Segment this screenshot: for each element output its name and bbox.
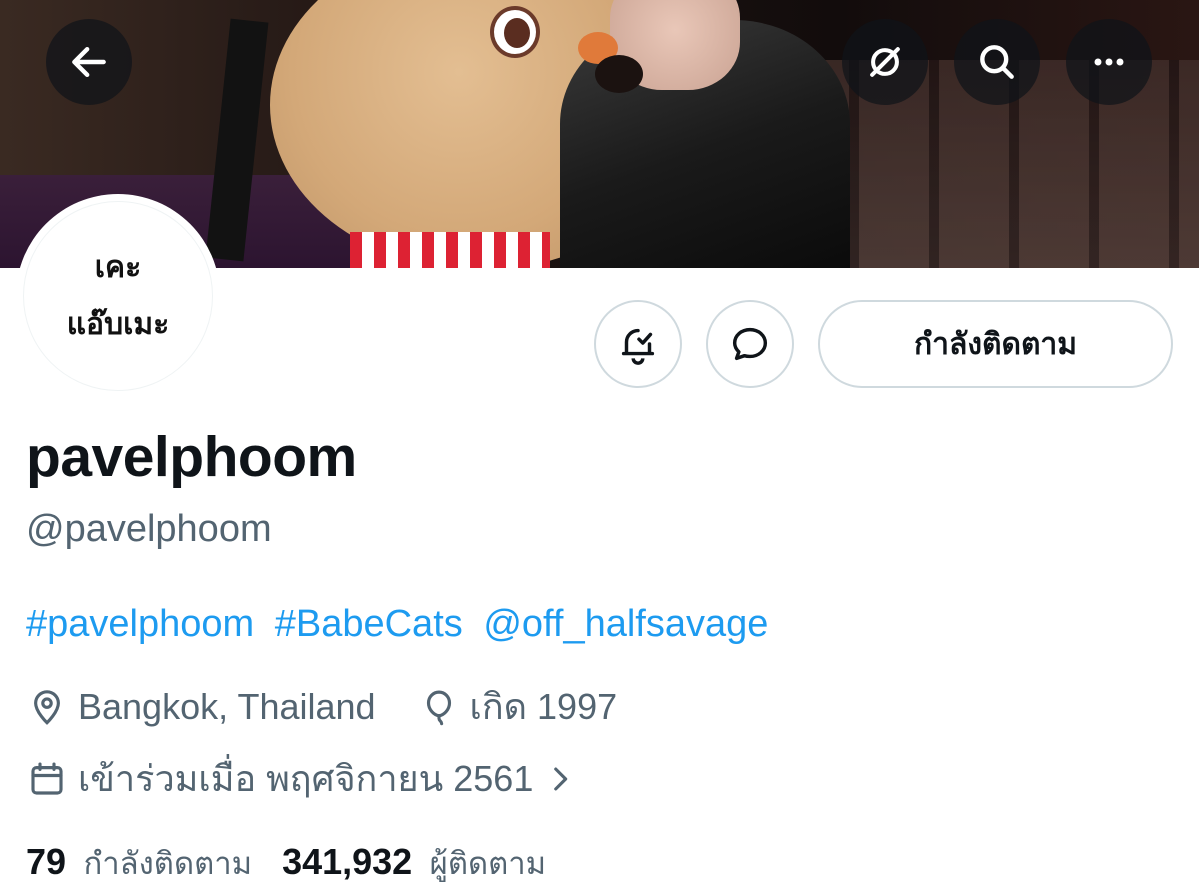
mute-translate-button[interactable] — [842, 19, 928, 105]
follow-stats: 79 กำลังติดตาม 341,932 ผู้ติดตาม — [26, 838, 576, 888]
following-stat[interactable]: 79 กำลังติดตาม — [26, 838, 252, 888]
balloon-icon — [426, 690, 451, 725]
more-button[interactable] — [1066, 19, 1152, 105]
profile-meta-row: Bangkok, Thailand เกิด 1997 — [26, 678, 659, 735]
back-button[interactable] — [46, 19, 132, 105]
bio-hashtag-babecats[interactable]: #BabeCats — [275, 603, 463, 645]
display-name: pavelphoom — [26, 425, 357, 489]
avatar-text-line2: แอ๊บเมะ — [66, 307, 170, 342]
birth-item: เกิด 1997 — [418, 678, 618, 735]
birth-text: เกิด 1997 — [469, 686, 618, 727]
bio-hashtag-pavelphoom[interactable]: #pavelphoom — [26, 603, 254, 645]
avatar[interactable]: เคะ แอ๊บเมะ — [16, 194, 220, 398]
joined-row[interactable]: เข้าร่วมเมื่อ พฤศจิกายน 2561 — [26, 750, 587, 807]
avatar-image: เคะ แอ๊บเมะ — [23, 201, 213, 391]
banner-bear-mouth — [595, 55, 643, 93]
translate-slash-icon — [870, 47, 900, 77]
location-pin-icon — [34, 689, 60, 725]
calendar-icon — [31, 762, 63, 795]
following-button[interactable]: กำลังติดตาม — [818, 300, 1173, 388]
bio: #pavelphoom #BabeCats @off_halfsavage — [26, 603, 778, 646]
followers-stat[interactable]: 341,932 ผู้ติดตาม — [282, 838, 546, 888]
followers-count: 341,932 — [282, 841, 413, 882]
banner-striped-shirt — [350, 232, 550, 268]
notifications-button[interactable] — [594, 300, 682, 388]
banner-bear-eye — [490, 6, 540, 58]
user-handle: @pavelphoom — [26, 508, 272, 550]
avatar-text-line1: เคะ — [94, 250, 142, 285]
joined-text: เข้าร่วมเมื่อ พฤศจิกายน 2561 — [78, 758, 534, 799]
following-count: 79 — [26, 841, 67, 882]
search-icon — [980, 45, 1014, 79]
location-text: Bangkok, Thailand — [78, 685, 376, 727]
chat-bubble-icon — [732, 327, 768, 361]
bio-mention-off-halfsavage[interactable]: @off_halfsavage — [483, 603, 768, 645]
arrow-left-icon — [72, 46, 106, 78]
bell-check-icon — [621, 328, 655, 365]
following-label: กำลังติดตาม — [83, 846, 253, 882]
followers-label: ผู้ติดตาม — [429, 846, 547, 882]
search-button[interactable] — [954, 19, 1040, 105]
location-item: Bangkok, Thailand — [26, 686, 376, 728]
chevron-right-icon — [554, 767, 568, 790]
more-horizontal-icon — [1094, 58, 1124, 66]
message-button[interactable] — [706, 300, 794, 388]
